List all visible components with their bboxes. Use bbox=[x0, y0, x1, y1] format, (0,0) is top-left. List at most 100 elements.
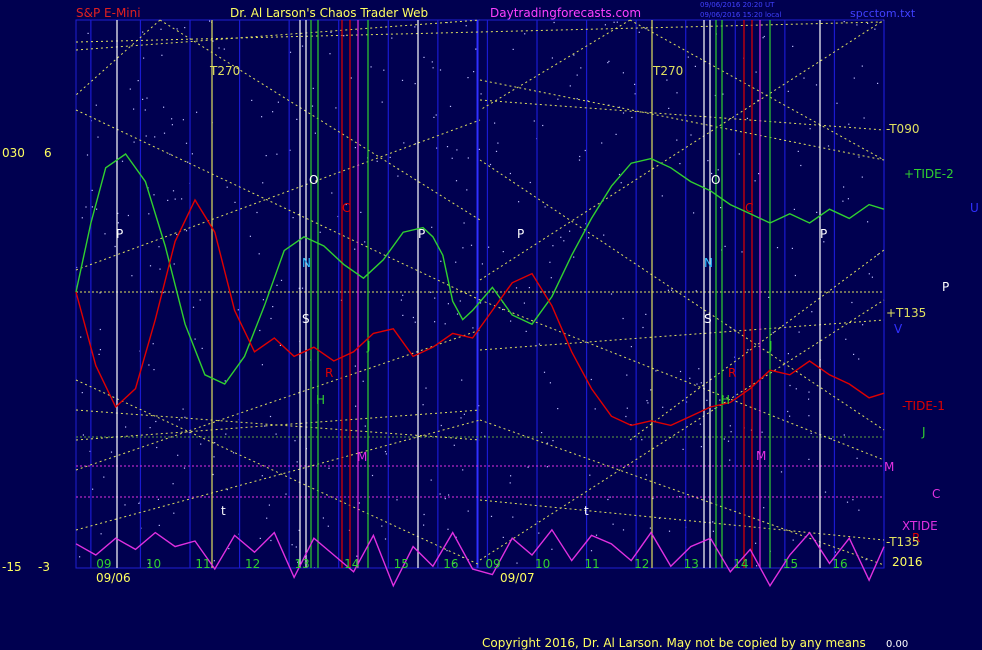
star bbox=[158, 246, 160, 248]
right-series-label: M bbox=[884, 460, 894, 474]
star bbox=[712, 530, 714, 532]
star bbox=[494, 122, 496, 124]
star bbox=[153, 369, 155, 371]
star bbox=[167, 199, 169, 201]
star bbox=[209, 20, 211, 22]
star bbox=[856, 24, 858, 26]
star bbox=[473, 71, 475, 73]
star bbox=[176, 28, 178, 30]
star bbox=[364, 241, 366, 243]
star bbox=[213, 560, 215, 562]
star bbox=[376, 160, 378, 162]
planet-label: C bbox=[342, 201, 350, 215]
star bbox=[856, 457, 858, 459]
star bbox=[172, 190, 175, 192]
right-series-label: J bbox=[921, 425, 926, 439]
hour-tick-label: 10 bbox=[146, 557, 161, 571]
star bbox=[155, 420, 157, 423]
star bbox=[509, 482, 511, 484]
star bbox=[461, 379, 463, 381]
left-axis-label: -3 bbox=[38, 560, 50, 574]
star bbox=[861, 65, 863, 67]
planet-label: P bbox=[116, 227, 123, 241]
star bbox=[747, 349, 749, 351]
star bbox=[412, 316, 414, 319]
star bbox=[176, 233, 178, 236]
star bbox=[268, 504, 270, 506]
star bbox=[589, 474, 591, 476]
star bbox=[360, 211, 362, 213]
star bbox=[549, 382, 551, 384]
star bbox=[276, 284, 278, 286]
star bbox=[196, 111, 198, 113]
star bbox=[794, 274, 796, 277]
planet-label: R bbox=[325, 366, 333, 380]
star bbox=[874, 28, 876, 30]
star bbox=[758, 173, 760, 175]
star bbox=[124, 504, 126, 506]
star bbox=[768, 296, 770, 298]
star bbox=[808, 458, 810, 460]
star bbox=[261, 475, 263, 477]
star bbox=[552, 440, 554, 442]
star bbox=[549, 261, 551, 263]
star bbox=[871, 276, 873, 278]
star bbox=[679, 370, 682, 373]
star bbox=[502, 251, 504, 253]
star bbox=[579, 155, 581, 158]
star bbox=[754, 180, 756, 182]
star bbox=[803, 77, 805, 79]
planet-label: O bbox=[309, 173, 318, 187]
star bbox=[453, 444, 455, 446]
star bbox=[616, 21, 618, 23]
star bbox=[510, 320, 512, 322]
star bbox=[79, 556, 81, 558]
star bbox=[414, 26, 416, 28]
star bbox=[440, 424, 442, 427]
star bbox=[110, 451, 113, 453]
star bbox=[183, 467, 186, 469]
star bbox=[431, 226, 433, 228]
star bbox=[603, 234, 605, 236]
star bbox=[173, 263, 175, 265]
star bbox=[322, 517, 324, 519]
star bbox=[858, 358, 860, 360]
star bbox=[129, 88, 131, 90]
star bbox=[272, 111, 274, 113]
site-link[interactable]: Daytradingforecasts.com bbox=[490, 6, 641, 20]
hour-tick-label: 12 bbox=[634, 557, 649, 571]
star bbox=[402, 294, 404, 296]
star bbox=[191, 153, 193, 155]
star bbox=[604, 24, 606, 26]
star bbox=[676, 92, 678, 94]
star bbox=[435, 114, 437, 116]
star bbox=[551, 548, 553, 550]
star bbox=[557, 98, 559, 100]
star bbox=[259, 329, 261, 332]
marker-label: T270 bbox=[209, 64, 240, 78]
star bbox=[858, 509, 860, 511]
star bbox=[95, 104, 97, 106]
star bbox=[815, 84, 818, 86]
star bbox=[687, 56, 689, 58]
planet-label: H bbox=[316, 393, 325, 407]
star bbox=[149, 427, 151, 429]
planet-label: S bbox=[302, 312, 310, 326]
star bbox=[262, 299, 264, 301]
star bbox=[569, 85, 571, 87]
star bbox=[163, 106, 165, 108]
star bbox=[444, 498, 446, 500]
star bbox=[460, 417, 462, 419]
star bbox=[343, 35, 345, 37]
star bbox=[489, 163, 492, 166]
star bbox=[647, 402, 649, 404]
star bbox=[610, 293, 613, 295]
star bbox=[699, 423, 701, 425]
star bbox=[730, 431, 732, 433]
star bbox=[131, 275, 133, 277]
star bbox=[676, 139, 678, 141]
star bbox=[550, 277, 552, 279]
star bbox=[662, 406, 664, 408]
star bbox=[607, 498, 609, 501]
star bbox=[177, 454, 179, 456]
